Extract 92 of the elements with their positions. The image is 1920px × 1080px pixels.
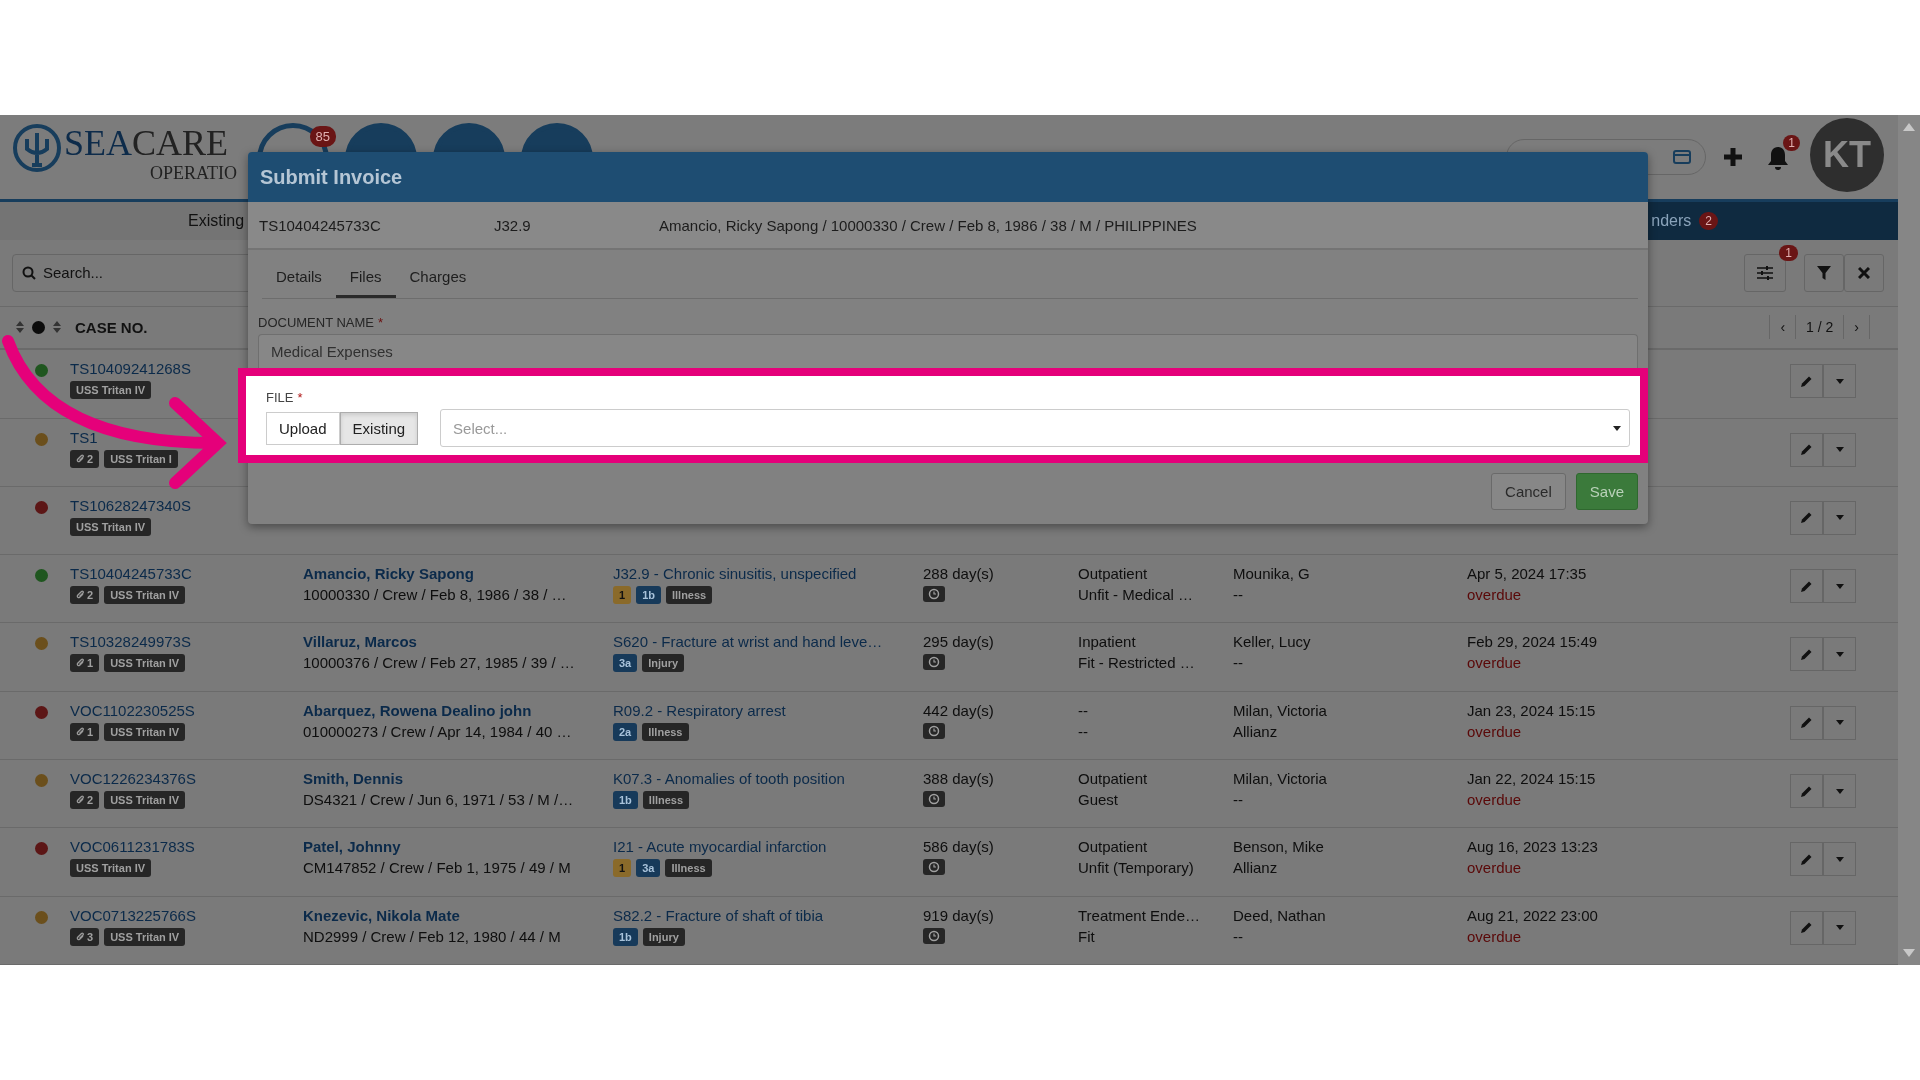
tag: USS Tritan IV [104, 927, 186, 946]
care-type: Outpatient [1078, 838, 1149, 856]
tag: USS Tritan I [104, 449, 178, 468]
insurer-name: -- [1233, 927, 1244, 945]
duration-text: 586 day(s) [923, 838, 994, 856]
fitness-status: -- [1078, 722, 1089, 740]
page-indicator: 1 / 2 [1796, 315, 1845, 340]
care-type: Treatment Ende… [1078, 906, 1201, 924]
duration-text: 388 day(s) [923, 770, 994, 788]
date-text: Feb 29, 2024 15:49 [1467, 633, 1599, 651]
tag: 1b [613, 927, 638, 946]
logo-subtitle: OPERATIO [150, 163, 237, 183]
tag: USS Tritan IV [104, 722, 186, 741]
count-badge: 1 [1779, 244, 1798, 261]
tag: 3 [70, 927, 100, 946]
date-text: Aug 21, 2022 23:00 [1467, 906, 1599, 924]
tag: USS Tritan IV [104, 654, 186, 673]
insurer-name: -- [1233, 586, 1244, 604]
count-badge: 2 [1699, 211, 1718, 230]
fitness-status: Guest [1078, 791, 1120, 809]
patient-details: 10000330 / Crew / Feb 8, 1986 / 38 / … [303, 586, 568, 604]
doctor-name: Benson, Mike [1233, 838, 1325, 856]
date-text: Apr 5, 2024 17:35 [1467, 565, 1588, 583]
duration-text: 919 day(s) [923, 906, 994, 924]
required-mark: * [378, 315, 384, 330]
notification-badge: 1 [1783, 135, 1800, 151]
patient-summary: Amancio, Ricky Sapong / 10000330 / Crew / Feb 8, 1986 / 38 / M / PHILIPPINES [659, 216, 1197, 234]
dialog-title: Submit Invoice [260, 165, 403, 189]
doctor-name: Keller, Lucy [1233, 633, 1312, 651]
tag: Illness [665, 586, 713, 605]
date-text: Aug 16, 2023 13:23 [1467, 838, 1599, 856]
insurer-name: Allianz [1233, 859, 1279, 877]
tag: Illness [665, 859, 712, 878]
patient-details: 010000273 / Crew / Apr 14, 1984 / 40 … [303, 722, 573, 740]
care-type: Inpatient [1078, 633, 1137, 651]
fitness-status: Fit [1078, 927, 1096, 945]
fitness-status: Unfit - Medical … [1078, 586, 1195, 604]
insurer-name: -- [1233, 654, 1244, 672]
diagnosis-code: J32.9 [494, 216, 532, 234]
case-number: TS10404245733C [259, 216, 382, 234]
doctor-name: Mounika, G [1233, 565, 1311, 583]
date-text: Jan 22, 2024 15:15 [1467, 770, 1597, 788]
fitness-status: Fit - Restricted … [1078, 654, 1196, 672]
tag: Illness [642, 791, 690, 810]
tag: 3a [636, 859, 661, 878]
tag: 1 [613, 586, 632, 605]
overdue-status: overdue [1467, 586, 1523, 604]
date-text: Jan 23, 2024 15:15 [1467, 701, 1597, 719]
doctor-name: Milan, Victoria [1233, 770, 1328, 788]
care-type: -- [1078, 701, 1089, 719]
logo-wordmark: SEACARE [64, 123, 230, 163]
tag: 2 [70, 449, 100, 468]
overdue-status: overdue [1467, 722, 1523, 740]
tag: Injury [642, 927, 685, 946]
tag: 3a [613, 654, 638, 673]
tag: 1b [613, 791, 638, 810]
insurer-name: Allianz [1233, 722, 1279, 740]
field-label: FILE [266, 390, 294, 405]
care-type: Outpatient [1078, 770, 1149, 788]
tag: USS Tritan IV [104, 586, 186, 605]
tag: Injury [642, 654, 685, 673]
tag: 1 [70, 722, 100, 741]
tag: USS Tritan IV [104, 791, 186, 810]
doctor-name: Milan, Victoria [1233, 701, 1328, 719]
patient-details: 10000376 / Crew / Feb 27, 1985 / 39 / … [303, 654, 576, 672]
tag: Illness [642, 722, 689, 741]
patient-details: DS4321 / Crew / Jun 6, 1971 / 53 / M /… [303, 791, 575, 809]
tag: USS Tritan IV [70, 517, 152, 536]
tag: 2a [613, 722, 638, 741]
tag: 2 [70, 586, 100, 605]
duration-text: 288 day(s) [923, 565, 994, 583]
doctor-name: Deed, Nathan [1233, 906, 1327, 924]
fitness-status: Unfit (Temporary) [1078, 859, 1195, 877]
tag: USS Tritan IV [70, 381, 152, 400]
tag: 1b [636, 586, 661, 605]
overdue-status: overdue [1467, 859, 1523, 877]
overdue-status: overdue [1467, 927, 1523, 945]
patient-details: ND2999 / Crew / Feb 12, 1980 / 44 / M [303, 927, 562, 945]
patient-details: CM147852 / Crew / Feb 1, 1975 / 49 / M [303, 859, 572, 877]
tag: USS Tritan IV [70, 859, 152, 878]
field-label: DOCUMENT NAME [258, 315, 375, 330]
duration-text: 442 day(s) [923, 701, 994, 719]
insurer-name: -- [1233, 791, 1244, 809]
overdue-status: overdue [1467, 791, 1523, 809]
tag: 1 [613, 859, 632, 878]
required-mark: * [297, 390, 303, 405]
care-type: Outpatient [1078, 565, 1149, 583]
count-badge: 85 [309, 126, 336, 147]
overdue-status: overdue [1467, 654, 1523, 672]
tag: 1 [70, 654, 100, 673]
tag: 2 [70, 791, 100, 810]
duration-text: 295 day(s) [923, 633, 994, 651]
